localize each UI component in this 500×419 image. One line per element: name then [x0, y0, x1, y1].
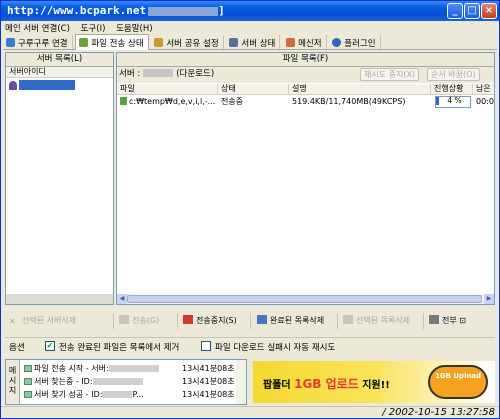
list-delete-icon: [257, 315, 267, 324]
options-bar: 옵션 ✔ 전송 완료된 파일은 목록에서 제거 파일 다운로드 실패시 자동 재…: [5, 337, 495, 354]
banner-text: 팝폴더 1GB 업로드 지원!!: [263, 377, 390, 391]
col-status[interactable]: 상태: [218, 84, 289, 95]
plugin-icon: [332, 38, 342, 47]
retry-stop-button[interactable]: 재시도 중지(X): [360, 68, 420, 81]
messenger-icon: [286, 38, 296, 47]
minimize-button[interactable]: _: [447, 3, 463, 19]
redacted: [102, 391, 133, 398]
menu-main-server[interactable]: 메인 서버 연결(C): [1, 21, 74, 35]
message-row: 서버 찾는중 - ID: 13시41분08초: [24, 376, 235, 387]
server-info-line: 서버 : (다운로드) 재시도 중지(X) 순서 바꿈(O): [117, 67, 494, 83]
tab-plugin[interactable]: 플러그인: [329, 35, 381, 51]
server-id-column[interactable]: 서버아이디: [6, 67, 113, 78]
server-id-redacted: [19, 80, 75, 90]
tab-transfer-status[interactable]: 파일 전송 상태: [75, 34, 149, 50]
status-bar: / 2002-10-15 13:27:58: [1, 406, 499, 418]
list-icon: [343, 315, 353, 324]
message-row: 파일 전송 시작 - 서버: 13시41분08초: [24, 363, 235, 374]
separator: [177, 313, 178, 329]
monitor-icon: [229, 38, 239, 47]
tab-messenger[interactable]: 메신저: [283, 35, 327, 51]
separator: [337, 313, 338, 329]
title-redacted: [148, 6, 219, 16]
table-row[interactable]: c:₩temp₩d,e,v,i,l,-... 전송중 519.4KB/11,74…: [117, 96, 494, 108]
tab-guruguru[interactable]: 구루구루 연결: [3, 35, 73, 51]
message-icon: [24, 378, 32, 385]
stop-icon: [183, 315, 193, 324]
scroll-thumb[interactable]: [127, 295, 482, 303]
row-file: c:₩temp₩d,e,v,i,l,-...: [117, 96, 218, 108]
message-icon: [24, 365, 32, 372]
tab-server-status[interactable]: 서버 상태: [226, 35, 281, 51]
server-list-panel: 서버 목록(L) 서버아이디: [5, 52, 114, 305]
send-all-button[interactable]: 전부 ⊡: [429, 313, 466, 329]
row-remaining: 00:0: [476, 97, 494, 106]
title-bar: http://www.bcpark.net] _ □ ×: [1, 1, 499, 21]
server-name-redacted: [143, 69, 174, 77]
transfer-button[interactable]: 전송(G): [119, 313, 159, 329]
action-bar: ✕ 선택된 서버삭제 전송(G) 전송중지(S) 완료된 목록삭제 선택된 목록삭…: [5, 311, 495, 331]
options-label: 옵션: [9, 343, 25, 353]
server-list-title: 서버 목록(L): [6, 53, 113, 67]
ad-banner[interactable]: 팝폴더 1GB 업로드 지원!! 1GB Upload: [253, 361, 495, 403]
status-datetime: / 2002-10-15 13:27:58: [382, 407, 495, 418]
remove-completed-label: 전송 완료된 파일은 목록에서 제거: [59, 343, 180, 353]
message-side-label: 메시지: [6, 360, 20, 404]
menu-bar: 메인 서버 연결(C) 도구(I) 도움말(H): [1, 21, 499, 34]
remove-completed-checkbox[interactable]: ✔: [45, 341, 55, 351]
col-remaining[interactable]: 남은: [473, 84, 494, 95]
file-transfer-icon: [120, 97, 127, 105]
share-icon: [154, 38, 164, 47]
delete-completed-button[interactable]: 완료된 목록삭제: [257, 313, 324, 329]
message-icon: [24, 391, 32, 398]
message-row: 서버 찾기 성공 - ID: P... 13시41분08초: [24, 389, 235, 400]
redacted: [108, 365, 159, 372]
delete-selected-button[interactable]: 선택된 목록삭제: [343, 313, 410, 329]
banner-badge: 1GB Upload: [428, 365, 488, 399]
col-progress[interactable]: 진행상황: [431, 84, 473, 95]
app-window: http://www.bcpark.net] _ □ × 메인 서버 연결(C)…: [0, 0, 500, 419]
stop-transfer-button[interactable]: 전송중지(S): [183, 313, 237, 329]
row-progress-bar: 4 %: [435, 96, 471, 108]
col-file[interactable]: 파일: [117, 84, 218, 95]
message-scrollbar[interactable]: [236, 360, 246, 404]
network-icon: [6, 38, 15, 47]
send-all-icon: [429, 315, 439, 324]
menu-tools[interactable]: 도구(I): [77, 21, 110, 35]
redacted: [92, 378, 143, 385]
separator: [423, 313, 424, 329]
change-order-button[interactable]: 순서 바꿈(O): [427, 68, 480, 81]
user-icon: [9, 81, 17, 90]
x-icon: ✕: [9, 317, 16, 326]
delete-server-button[interactable]: ✕ 선택된 서버삭제: [9, 313, 76, 329]
scroll-left-icon[interactable]: ◀: [117, 294, 127, 304]
auto-retry-checkbox[interactable]: [201, 341, 211, 351]
file-list-title: 파일 목록(F): [117, 53, 494, 67]
file-grid-header: 파일 상태 설명 진행상황 남은: [117, 84, 494, 95]
file-list-scrollbar[interactable]: ◀ ▶: [117, 294, 494, 304]
scroll-right-icon[interactable]: ▶: [484, 294, 494, 304]
col-desc[interactable]: 설명: [289, 84, 431, 95]
tab-bar: 구루구루 연결 파일 전송 상태 서버 공유 설정 서버 상태 메신저 플러그인: [3, 34, 497, 51]
separator: [113, 313, 114, 329]
file-list-panel: 파일 목록(F) 서버 : (다운로드) 재시도 중지(X) 순서 바꿈(O) 파…: [116, 52, 495, 305]
row-desc: 519.4KB/11,740MB(49KCPS): [292, 97, 406, 106]
row-status: 전송중: [221, 97, 244, 106]
transfer-icon: [79, 38, 89, 47]
auto-retry-label: 파일 다운로드 실패시 자동 재시도: [215, 343, 336, 353]
server-list-item[interactable]: [6, 80, 113, 92]
server-list-scrollbar[interactable]: [6, 294, 113, 304]
menu-help[interactable]: 도움말(H): [112, 21, 156, 35]
close-button[interactable]: ×: [481, 3, 497, 19]
message-log: 메시지 파일 전송 시작 - 서버: 13시41분08초 서버 찾는중 - ID…: [5, 359, 247, 405]
maximize-button[interactable]: □: [464, 3, 480, 19]
tab-share-settings[interactable]: 서버 공유 설정: [151, 35, 224, 51]
separator: [250, 313, 251, 329]
progress-label: 4 %: [447, 97, 462, 105]
arrow-right-icon: [119, 315, 129, 324]
window-title: http://www.bcpark.net]: [7, 4, 225, 17]
